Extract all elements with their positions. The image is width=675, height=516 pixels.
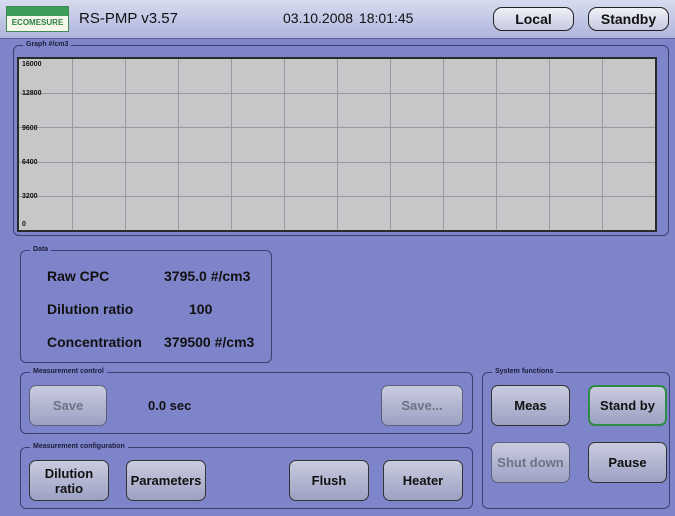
grid-vline — [125, 59, 126, 230]
y-tick-6400: 6400 — [22, 159, 38, 166]
raw-cpc-value: 3795.0 #/cm3 — [164, 268, 250, 284]
grid-vline — [72, 59, 73, 230]
grid-vline — [284, 59, 285, 230]
concentration-unit: #/cm3 — [214, 334, 255, 350]
grid-vline — [443, 59, 444, 230]
y-tick-16000: 16000 — [22, 61, 42, 68]
grid-vline — [337, 59, 338, 230]
time-text: 18:01:45 — [358, 10, 414, 26]
measurement-control-group: Measurement control Save 0.0 sec Save... — [20, 367, 473, 434]
parameters-button[interactable]: Parameters — [126, 460, 206, 501]
save-button[interactable]: Save — [29, 385, 107, 426]
grid-hline — [19, 196, 655, 197]
meas-button[interactable]: Meas — [491, 385, 570, 426]
measurement-configuration-label: Measurement configuration — [30, 442, 128, 452]
date-text: 03.10.2008 — [283, 10, 354, 26]
raw-cpc-label: Raw CPC — [47, 268, 110, 284]
data-group: Data Raw CPC 3795.0 #/cm3 Dilution ratio… — [20, 245, 272, 363]
measurement-control-label: Measurement control — [30, 367, 107, 377]
stand-by-button[interactable]: Stand by — [588, 385, 667, 426]
dilution-ratio-button[interactable]: Dilution ratio — [29, 460, 109, 501]
heater-button[interactable]: Heater — [383, 460, 463, 501]
grid-vline — [390, 59, 391, 230]
data-label: Data — [30, 245, 52, 255]
y-tick-0: 0 — [22, 221, 26, 228]
pause-button[interactable]: Pause — [588, 442, 667, 483]
logo-text: ECOMESURE — [11, 18, 64, 27]
grid-hline — [19, 93, 655, 94]
measurement-configuration-group: Measurement configuration Dilution ratio… — [20, 442, 473, 509]
graph-plot-area: 16000 12800 9600 6400 3200 0 — [17, 57, 657, 232]
concentration-number: 379500 — [164, 334, 211, 350]
save-as-button[interactable]: Save... — [381, 385, 463, 426]
flush-button[interactable]: Flush — [289, 460, 369, 501]
concentration-value: 379500 #/cm3 — [164, 334, 254, 350]
y-tick-9600: 9600 — [22, 125, 38, 132]
app-title: RS-PMP v3.57 — [79, 10, 178, 27]
local-button[interactable]: Local — [493, 7, 574, 31]
grid-vline — [602, 59, 603, 230]
dilution-ratio-value: 100 — [189, 301, 213, 317]
dilution-ratio-button-line1: Dilution — [44, 465, 94, 481]
title-bar: ECOMESURE RS-PMP v3.57 03.10.2008 18:01:… — [0, 0, 675, 39]
system-functions-label: System functions — [492, 367, 557, 377]
system-functions-group: System functions Meas Stand by Shut down… — [482, 367, 670, 509]
shut-down-button[interactable]: Shut down — [491, 442, 570, 483]
graph-group: Graph #/cm3 16000 12800 9600 6400 3200 0 — [13, 40, 669, 236]
grid-vline — [231, 59, 232, 230]
y-tick-3200: 3200 — [22, 193, 38, 200]
raw-cpc-unit: #/cm3 — [210, 268, 251, 284]
concentration-label: Concentration — [47, 334, 142, 350]
dilution-ratio-label: Dilution ratio — [47, 301, 134, 317]
standby-mode-button[interactable]: Standby — [588, 7, 669, 31]
grid-vline — [549, 59, 550, 230]
graph-label: Graph #/cm3 — [23, 40, 72, 50]
datetime-display: 03.10.2008 18:01:45 — [283, 10, 413, 26]
ecomesure-logo: ECOMESURE — [6, 6, 69, 32]
grid-hline — [19, 127, 655, 128]
grid-vline — [496, 59, 497, 230]
y-tick-12800: 12800 — [22, 90, 42, 97]
elapsed-time: 0.0 sec — [148, 398, 192, 413]
grid-vline — [178, 59, 179, 230]
raw-cpc-number: 3795.0 — [164, 268, 207, 284]
grid-hline — [19, 162, 655, 163]
logo-bar — [7, 7, 68, 16]
dilution-ratio-button-line2: ratio — [54, 480, 84, 496]
